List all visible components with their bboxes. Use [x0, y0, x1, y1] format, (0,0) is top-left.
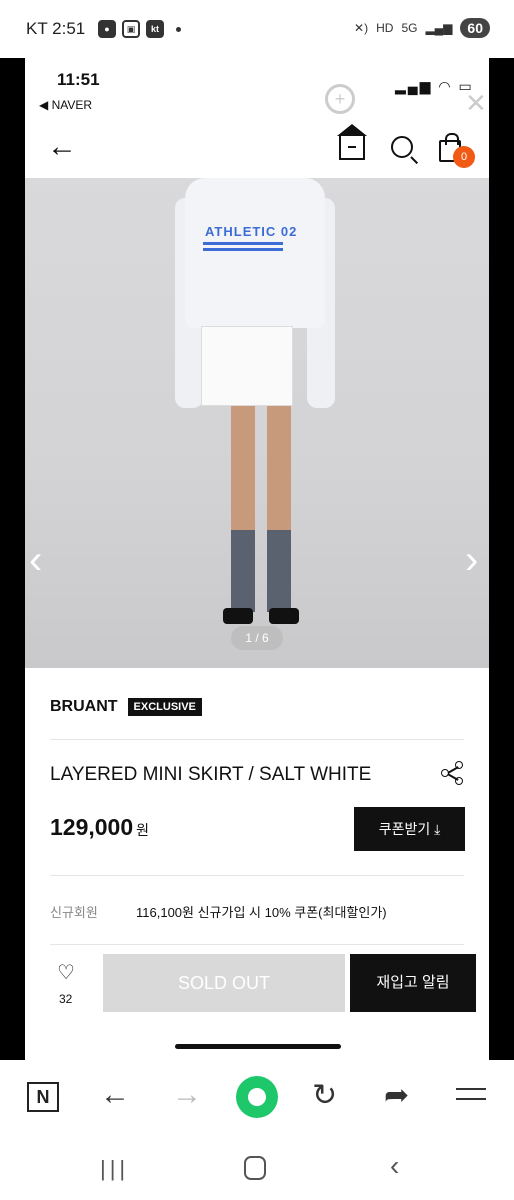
back-arrow-icon[interactable]: ←: [47, 130, 77, 164]
recents-icon[interactable]: |||: [100, 1156, 129, 1182]
inner-status-bar: 11:51 ◀ NAVER + ▂▄▆ ◠ ▭ ✕: [25, 58, 489, 120]
restock-alert-button[interactable]: 재입고 알림: [350, 954, 476, 1012]
get-coupon-button[interactable]: 쿠폰받기 ⤓: [354, 807, 465, 851]
screenshot-icon: ▣: [122, 20, 140, 38]
android-status-bar: KT 2:51 ● ▣ kt ✕) HD 5G ▂▄▆ 60: [0, 0, 514, 58]
brand-name[interactable]: BRUANT: [50, 698, 118, 716]
share-arrow-icon[interactable]: ➦: [384, 1078, 409, 1113]
price-currency: 원: [136, 822, 150, 838]
battery-level: 60: [460, 18, 490, 38]
shoe-left: [223, 608, 253, 624]
cart-count-badge: 0: [453, 146, 475, 168]
system-nav-bar: ||| ‹: [0, 1134, 514, 1200]
purchase-bar: ♡ 32 SOLD OUT 재입고 알림: [25, 948, 489, 1020]
inner-signal-icon: ▂▄▆ ◠ ▭: [395, 78, 474, 94]
shirt: [185, 178, 325, 328]
status-notification-icons: ● ▣ kt: [98, 20, 181, 38]
green-dot-icon[interactable]: [236, 1076, 278, 1118]
frame-border-right: [489, 58, 514, 1060]
divider: [50, 875, 464, 876]
shop-nav-bar: ← 0: [25, 120, 489, 178]
shirt-stripe: [203, 242, 283, 245]
home-icon[interactable]: [337, 124, 367, 160]
member-discount-row: 신규회원 116,100원 신규가입 시 10% 쿠폰(최대할인가): [50, 902, 387, 921]
status-carrier-time: KT 2:51: [26, 19, 86, 38]
like-count: 32: [59, 992, 73, 1006]
product-image-gallery[interactable]: ATHLETIC 02 ‹ › 1 / 6: [25, 178, 489, 668]
inner-screen: 11:51 ◀ NAVER + ▂▄▆ ◠ ▭ ✕ ← 0 ATHLETIC 0…: [25, 58, 489, 1060]
5g-icon: 5G: [401, 21, 418, 35]
brand-row: BRUANT EXCLUSIVE: [50, 698, 202, 716]
member-label: 신규회원: [50, 905, 98, 920]
frame-border-left: [0, 58, 25, 1060]
menu-icon[interactable]: [456, 1088, 486, 1090]
browser-toolbar: N ← → ↻ ➦: [0, 1060, 514, 1134]
like-heart-icon[interactable]: ♡: [57, 960, 75, 985]
search-icon[interactable]: [391, 136, 413, 158]
signal-icon: ▂▄▆: [425, 21, 453, 35]
kt-icon: kt: [146, 20, 164, 38]
talk-icon: ●: [98, 20, 116, 38]
browser-forward-icon[interactable]: →: [172, 1078, 202, 1112]
sock-left: [231, 530, 255, 612]
home-button-icon[interactable]: [244, 1156, 266, 1180]
price-value: 129,000: [50, 814, 134, 840]
inner-time: 11:51: [57, 70, 100, 89]
sold-out-button[interactable]: SOLD OUT: [103, 954, 345, 1012]
member-discount-text: 116,100원 신규가입 시 10% 쿠폰(최대할인가): [136, 905, 387, 920]
leg-right: [267, 406, 291, 546]
shirt-stripe: [203, 248, 283, 251]
shirt-print-text: ATHLETIC 02: [205, 224, 298, 239]
browser-back-icon[interactable]: ←: [100, 1078, 130, 1112]
gallery-prev-icon[interactable]: ‹: [29, 538, 42, 583]
model-photo: ATHLETIC 02: [175, 178, 335, 648]
product-title: LAYERED MINI SKIRT / SALT WHITE: [50, 764, 372, 785]
hd-icon: HD: [376, 21, 394, 35]
back-to-app-link[interactable]: ◀ NAVER: [39, 98, 92, 112]
status-right-icons: ✕) HD 5G ▂▄▆ 60: [354, 18, 490, 38]
divider: [50, 739, 464, 740]
gallery-counter: 1 / 6: [231, 626, 283, 650]
naver-home-button[interactable]: N: [27, 1082, 59, 1112]
gallery-next-icon[interactable]: ›: [465, 538, 478, 583]
home-indicator: [175, 1044, 341, 1049]
refresh-icon[interactable]: ↻: [312, 1078, 337, 1113]
system-back-icon[interactable]: ‹: [390, 1150, 399, 1182]
exclusive-badge: EXCLUSIVE: [127, 698, 202, 716]
skirt: [201, 326, 293, 406]
divider: [50, 944, 464, 945]
shoe-right: [269, 608, 299, 624]
sock-right: [267, 530, 291, 612]
price: 129,000 원: [50, 814, 149, 841]
close-overlay-icon[interactable]: ✕: [465, 88, 487, 119]
more-dot-icon: [176, 26, 181, 32]
leg-left: [231, 406, 255, 546]
mute-icon: ✕): [354, 21, 369, 35]
zoom-in-icon[interactable]: +: [325, 84, 355, 114]
share-icon[interactable]: [441, 761, 465, 785]
